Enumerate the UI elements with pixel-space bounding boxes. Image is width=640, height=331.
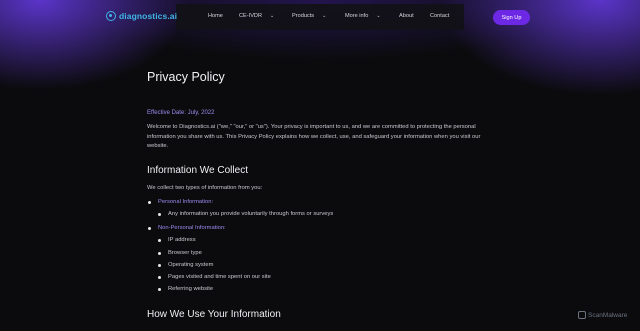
section-heading-collect: Information We Collect bbox=[147, 165, 248, 176]
bullet-icon bbox=[158, 251, 161, 255]
nav-item-label: Home bbox=[208, 13, 223, 19]
bullet-icon bbox=[158, 263, 161, 267]
list-item: Referring website bbox=[158, 286, 213, 292]
effective-date: Effective Date: July, 2022 bbox=[147, 110, 215, 116]
bullet-icon bbox=[158, 238, 161, 242]
watermark-text: ScanMalware bbox=[588, 311, 628, 319]
nav-item-label: Products bbox=[292, 13, 315, 19]
nav-item-label: CE-IVDR bbox=[239, 13, 262, 19]
list-item: Browser type bbox=[158, 250, 202, 256]
chevron-down-icon: ⌄ bbox=[322, 13, 327, 19]
intro-paragraph: Welcome to Diagnostics.ai ("we," "our," … bbox=[147, 124, 481, 149]
sign-up-button[interactable]: Sign Up bbox=[493, 10, 530, 25]
list-item: IP address bbox=[158, 237, 196, 243]
nav-item-label: About bbox=[399, 13, 414, 19]
section-lead: We collect two types of information from… bbox=[147, 185, 263, 191]
nav-item-label: More info bbox=[345, 13, 369, 19]
bullet-icon bbox=[148, 226, 151, 230]
nav-item-label: Contact bbox=[430, 13, 450, 19]
list-item-text: Operating system bbox=[168, 262, 214, 268]
bullet-icon bbox=[158, 287, 161, 291]
nav-item-more-info[interactable]: More info ⌄ bbox=[345, 13, 381, 19]
list-item: Operating system bbox=[158, 262, 213, 268]
list-item: Any information you provide voluntarily … bbox=[158, 211, 333, 217]
list-item-text: IP address bbox=[168, 237, 196, 243]
list-item-text: Referring website bbox=[168, 286, 214, 292]
list-item-text: Pages visited and time spent on our site bbox=[168, 274, 271, 280]
chevron-down-icon: ⌄ bbox=[270, 13, 275, 19]
list-item: Pages visited and time spent on our site bbox=[158, 274, 271, 280]
shield-icon bbox=[578, 311, 586, 319]
bullet-icon bbox=[158, 275, 161, 279]
list-item-text: Any information you provide voluntarily … bbox=[168, 211, 334, 217]
logo[interactable]: diagnostics.ai bbox=[106, 11, 177, 21]
page-title: Privacy Policy bbox=[147, 70, 225, 84]
section-heading-use: How We Use Your Information bbox=[147, 309, 281, 320]
nav-item-about[interactable]: About bbox=[399, 13, 414, 19]
nav-item-contact[interactable]: Contact bbox=[430, 13, 449, 19]
list-item-category: Non-Personal Information: bbox=[148, 225, 226, 231]
bullet-icon bbox=[158, 212, 161, 216]
category-label: Non-Personal Information: bbox=[158, 225, 226, 231]
list-item-category: Personal Information: bbox=[148, 199, 213, 205]
bullet-icon bbox=[148, 200, 151, 204]
category-label: Personal Information: bbox=[158, 199, 214, 205]
chevron-down-icon: ⌄ bbox=[376, 13, 381, 19]
watermark: ScanMalware bbox=[578, 311, 627, 319]
nav-item-ce-ivdr[interactable]: CE-IVDR ⌄ bbox=[239, 13, 274, 19]
list-item-text: Browser type bbox=[168, 250, 202, 256]
nav-item-home[interactable]: Home bbox=[208, 13, 223, 19]
logo-icon bbox=[106, 11, 116, 21]
nav-item-products[interactable]: Products ⌄ bbox=[292, 13, 326, 19]
logo-text: diagnostics.ai bbox=[119, 11, 178, 21]
top-navbar: diagnostics.ai Home CE-IVDR ⌄ Products ⌄… bbox=[0, 0, 640, 34]
